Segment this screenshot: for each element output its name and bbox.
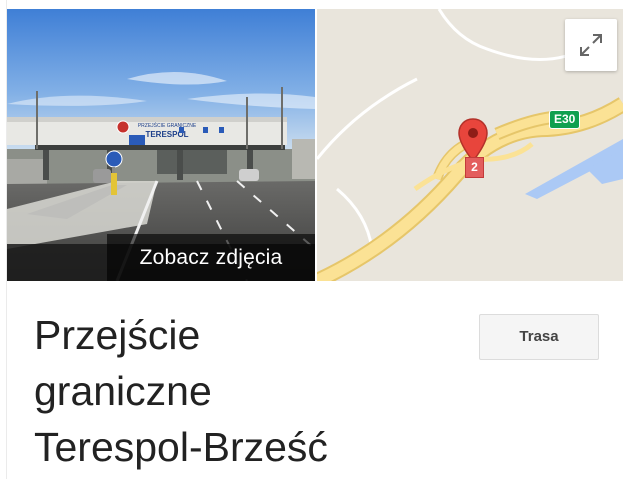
map-pin-icon[interactable] [457,118,489,162]
place-title-line-1: Przejście [34,312,201,358]
place-title-line-2: graniczne [34,368,212,414]
directions-button[interactable]: Trasa [479,314,599,360]
sign-line1: PRZEJŚCIE GRANICZNE [138,121,197,129]
see-photos-label[interactable]: Zobacz zdjęcia [107,234,315,281]
left-edge-divider [0,0,7,479]
road-number-e30: E30 [549,110,581,129]
expand-map-button[interactable] [565,19,617,71]
map-preview[interactable]: E30 2 [317,9,623,281]
exit-number-badge: 2 [465,157,484,178]
place-photo[interactable]: PRZEJŚCIE GRANICZNE TERESPOL Zobacz zdję… [7,9,315,281]
expand-icon [580,34,602,56]
place-title-line-3: Terespol-Brześć [34,424,328,470]
place-title: Przejście graniczne Terespol-Brześć [34,307,454,475]
